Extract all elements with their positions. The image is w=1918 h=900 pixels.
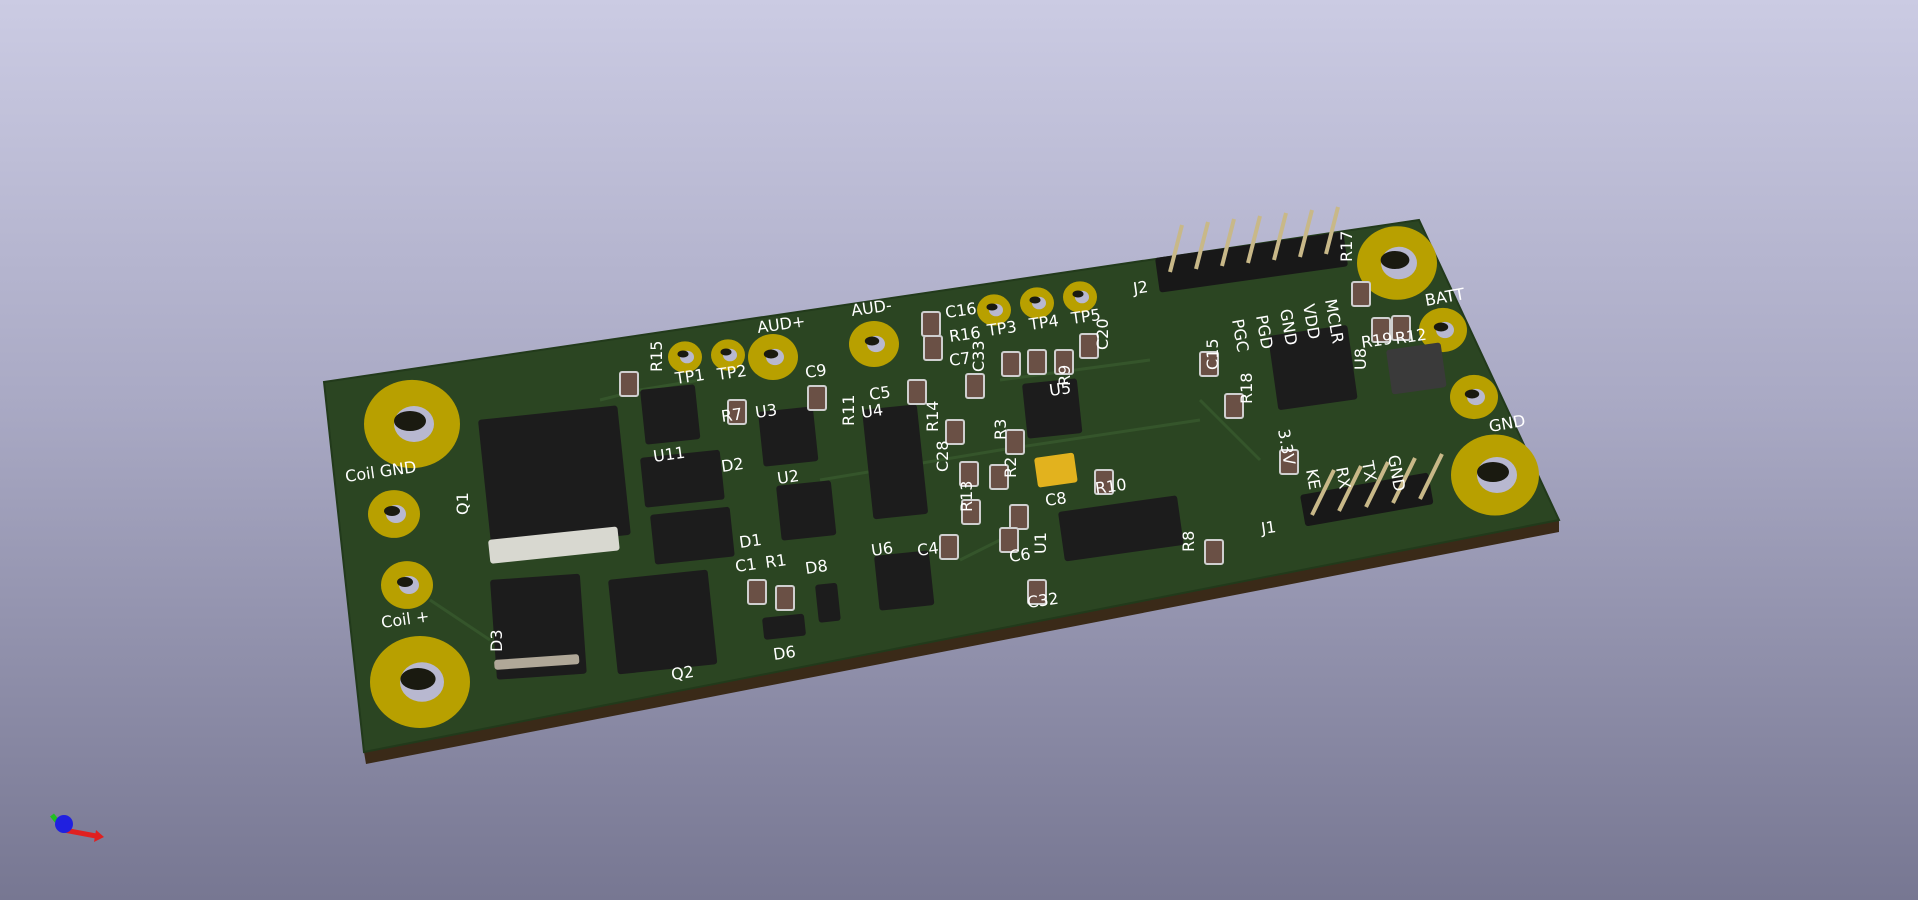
axis-orientation-icon (50, 813, 104, 842)
refdes-r18: R18 (1237, 373, 1256, 404)
refdes-u4: U4 (860, 400, 884, 422)
aud-minus-pad (849, 321, 899, 367)
refdes-d8: D8 (804, 556, 829, 578)
passive-component (1009, 504, 1029, 530)
passive-component (965, 373, 985, 399)
refdes-c15: C15 (1203, 338, 1222, 370)
refdes-r11: R11 (839, 395, 858, 426)
refdes-r7: R7 (720, 404, 744, 426)
j1-pin-label: RX (1332, 465, 1355, 490)
mount-hole-bottom-right (1451, 434, 1539, 516)
refdes-r15: R15 (647, 341, 666, 372)
u6-body (874, 550, 935, 611)
u8-body (1386, 342, 1447, 395)
gnd-pad (1450, 374, 1498, 420)
refdes-r13: R13 (957, 481, 976, 512)
refdes-r14: R14 (923, 401, 942, 432)
refdes-r1: R1 (764, 550, 788, 572)
refdes-c33: C33 (969, 340, 988, 372)
passive-component (775, 585, 795, 611)
coil-plus-pad (381, 561, 433, 609)
coil-plus-mount-hole (370, 636, 470, 728)
passive-component (1351, 281, 1371, 307)
refdes-d3: D3 (487, 630, 506, 653)
refdes-u2: U2 (776, 466, 800, 488)
refdes-r8: R8 (1179, 531, 1198, 552)
passive-component (619, 371, 639, 397)
passive-component (945, 419, 965, 445)
passive-component (921, 311, 941, 337)
d8-body (815, 582, 841, 623)
passive-component (747, 579, 767, 605)
refdes-u6: U6 (870, 538, 894, 560)
refdes-c28: C28 (933, 440, 952, 472)
refdes-c4: C4 (916, 538, 940, 560)
refdes-q2: Q2 (670, 662, 695, 684)
aud-plus-pad (748, 334, 798, 380)
passive-component (1001, 351, 1021, 377)
passive-component (939, 534, 959, 560)
refdes-u1: U1 (1031, 532, 1050, 554)
u2-body (776, 480, 837, 541)
d1-body (650, 506, 735, 565)
passive-component (807, 385, 827, 411)
u4-body (862, 404, 928, 520)
j1-pin-label: KE (1302, 467, 1324, 491)
refdes-j1: J1 (1259, 517, 1277, 538)
refdes-d6: D6 (772, 642, 797, 664)
c8-tantalum (1034, 452, 1078, 488)
refdes-u5: U5 (1048, 378, 1072, 400)
coil-gnd-pad (368, 490, 420, 538)
passive-component (1027, 349, 1047, 375)
refdes-u8: U8 (1351, 348, 1370, 370)
passive-component (907, 379, 927, 405)
refdes-r3: R3 (991, 419, 1010, 440)
refdes-r2: R2 (1001, 457, 1020, 478)
refdes-d1: D1 (738, 530, 763, 552)
passive-component (1204, 539, 1224, 565)
j1-pin-label: TX (1358, 458, 1380, 483)
refdes-j2: J2 (1131, 277, 1149, 298)
refdes-c6: C6 (1008, 544, 1032, 566)
refdes-c1: C1 (734, 554, 758, 576)
refdes-q1: Q1 (453, 492, 472, 515)
refdes-d2: D2 (720, 454, 745, 476)
coil-gnd-mount-hole (364, 379, 460, 469)
d6-body (762, 613, 806, 640)
refdes-r17: R17 (1337, 231, 1356, 262)
refdes-c8: C8 (1044, 488, 1068, 510)
u11-body (640, 384, 701, 445)
refdes-c9: C9 (804, 360, 828, 382)
q2-body (608, 569, 718, 675)
refdes-u3: U3 (754, 400, 778, 422)
passive-component (923, 335, 943, 361)
pcb-3d-view[interactable]: Coil GNDCoil +AUD+AUD- BATTGNDPGC PGD GNDVD… (0, 0, 1918, 900)
